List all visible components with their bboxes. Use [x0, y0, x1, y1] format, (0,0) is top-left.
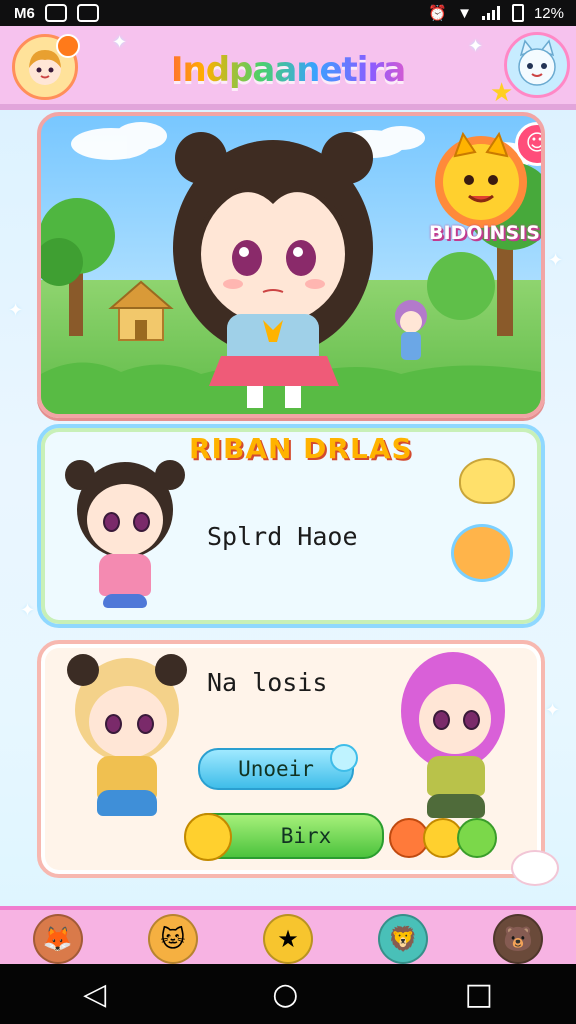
battery-icon — [511, 4, 524, 22]
sparkle-icon: ✦ — [548, 250, 564, 271]
chibi-character-blonde[interactable] — [67, 654, 197, 828]
lion-icon[interactable]: 🦁 — [378, 914, 429, 964]
sparkle-icon: ✦ — [8, 300, 24, 321]
star-icon: ★ — [490, 78, 514, 108]
ribbon-card[interactable]: RIBAN DRLAS Splrd Haoe — [37, 424, 545, 628]
system-nav-bar: ◁ ○ □ — [0, 964, 576, 1024]
sparkle-icon: ✦ — [112, 32, 128, 53]
chick-icon[interactable] — [459, 458, 515, 504]
bottom-nav: 🦊 🐱 ★ 🦁 🐻 — [0, 906, 576, 968]
sparkle-icon: ✦ — [545, 700, 561, 721]
card-title: RIBAN DRLAS — [189, 432, 413, 465]
message-icon — [76, 4, 99, 22]
character-card[interactable]: Na losis Unoeir Birx — [37, 640, 559, 886]
alarm-icon: ⏰ — [428, 5, 448, 22]
chibi-character-pink[interactable] — [391, 652, 521, 832]
cat-avatar-icon — [518, 39, 556, 86]
fox-icon[interactable]: 🦊 — [32, 914, 83, 964]
status-bar: M6 ⏰ ▼ 12% — [0, 0, 576, 26]
carrier-label: M6 — [14, 4, 35, 22]
signal-icon — [481, 6, 502, 20]
pet-avatar[interactable] — [504, 32, 570, 98]
blue-action-button-label: Unoeir — [238, 757, 314, 781]
battery-percentage: 12% — [533, 4, 564, 22]
cat-icon[interactable]: 🐱 — [147, 914, 198, 964]
star-icon[interactable]: ★ — [262, 914, 313, 964]
app-header: Indpaanetira Indpaanetira ★ — [0, 26, 576, 110]
sparkle-icon: ✦ — [20, 600, 36, 621]
green-action-button[interactable]: Birx — [184, 813, 384, 861]
emoji-reactions[interactable] — [389, 818, 497, 858]
hero-badge[interactable]: ☺ BIDOINSIS — [429, 122, 541, 252]
card-title: Na losis — [207, 668, 328, 697]
droplet-icon — [330, 744, 358, 772]
sparkle-icon: ✦ — [468, 36, 484, 57]
hero-card[interactable]: ☺ BIDOINSIS — [37, 112, 545, 418]
coin-badge-icon — [56, 34, 80, 58]
blue-action-button[interactable]: Unoeir — [198, 744, 358, 790]
emoji-face-icon[interactable] — [457, 818, 497, 858]
green-action-button-label: Birx — [280, 824, 332, 848]
hero-badge-label: BIDOINSIS — [429, 222, 540, 244]
home-icon[interactable]: ○ — [272, 977, 298, 1012]
wifi-icon: ▼ — [457, 4, 472, 22]
card-label: Splrd Haoe — [207, 522, 358, 551]
chibi-character-brunette[interactable] — [65, 460, 185, 612]
smile-coin-icon — [184, 813, 232, 861]
photo-icon — [44, 4, 67, 22]
back-icon[interactable]: ◁ — [83, 977, 106, 1012]
bear-icon[interactable]: 🐻 — [493, 914, 544, 964]
ghost-icon — [511, 850, 559, 886]
app-title: Indpaanetira — [150, 50, 426, 94]
recents-icon[interactable]: □ — [465, 977, 493, 1012]
chat-bubble-icon[interactable] — [451, 524, 513, 582]
